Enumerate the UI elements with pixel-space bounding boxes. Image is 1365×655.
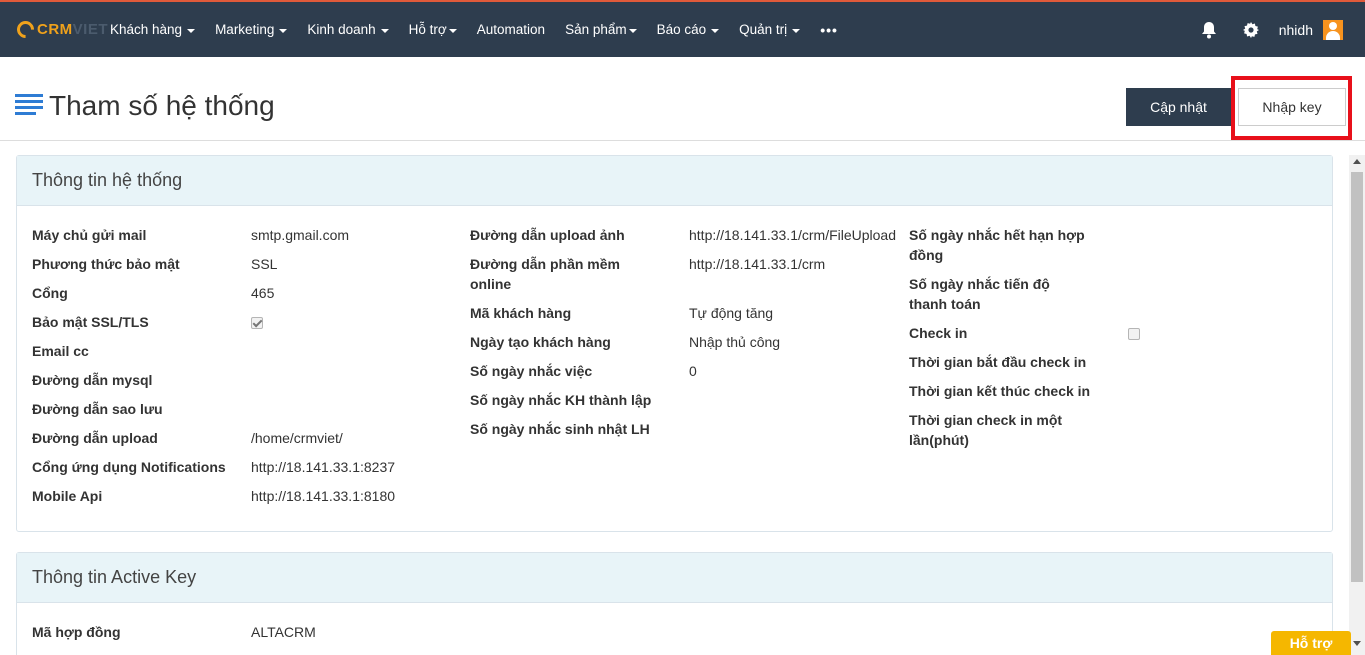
username-label[interactable]: nhidh bbox=[1279, 22, 1313, 38]
caret-down-icon bbox=[187, 28, 196, 33]
crmviet-logo[interactable]: CRM VIET bbox=[13, 16, 108, 42]
field-label: Thời gian kết thúc check in bbox=[909, 383, 1091, 399]
enter-key-button[interactable]: Nhập key bbox=[1238, 88, 1346, 126]
field-value: Nhập thủ công bbox=[689, 334, 781, 350]
bell-icon[interactable] bbox=[1201, 21, 1217, 39]
field-label: Ngày tạo khách hàng bbox=[470, 334, 611, 350]
menu-khach-hang[interactable]: Khách hàng bbox=[100, 22, 205, 37]
page-header: Tham số hệ thống Cập nhật Nhập key bbox=[0, 57, 1365, 141]
field-label: Số ngày nhắc tiến độ thanh toán bbox=[909, 276, 1050, 312]
field-label: Mã hợp đồng bbox=[32, 624, 121, 640]
active-key-panel: Thông tin Active Key Mã hợp đồng ALTACRM bbox=[16, 552, 1333, 655]
menu-ho-tro[interactable]: Hỗ trợ bbox=[399, 22, 467, 37]
menu-label: Khách hàng bbox=[110, 22, 183, 37]
caret-down-icon bbox=[628, 28, 637, 33]
check-in-checkbox[interactable] bbox=[1128, 328, 1140, 340]
panel-title: Thông tin Active Key bbox=[17, 553, 1332, 603]
field-value: http://18.141.33.1/crm/FileUpload bbox=[689, 227, 897, 243]
field-label: Thời gian bắt đầu check in bbox=[909, 354, 1087, 370]
gear-icon[interactable] bbox=[1242, 21, 1259, 38]
caret-down-icon bbox=[711, 28, 720, 33]
scroll-thumb[interactable] bbox=[1351, 172, 1363, 582]
field-label: Bảo mật SSL/TLS bbox=[32, 314, 149, 330]
field-value: ALTACRM bbox=[251, 624, 316, 640]
field-label: Đường dẫn mysql bbox=[32, 372, 153, 388]
scroll-up-arrow-icon[interactable] bbox=[1353, 159, 1361, 164]
menu-label: Hỗ trợ bbox=[408, 22, 447, 37]
field-label: Đường dẫn phần mềm online bbox=[470, 256, 620, 292]
field-label: Mobile Api bbox=[32, 488, 103, 504]
menu-label: Báo cáo bbox=[656, 22, 707, 37]
page-title: Tham số hệ thống bbox=[49, 90, 275, 121]
field-label: Đường dẫn upload bbox=[32, 430, 158, 446]
field-value: /home/crmviet/ bbox=[251, 430, 343, 446]
update-button[interactable]: Cập nhật bbox=[1126, 88, 1231, 126]
field-label: Đường dẫn upload ảnh bbox=[470, 227, 625, 243]
field-label: Cổng bbox=[32, 285, 68, 301]
menu-kinh-doanh[interactable]: Kinh doanh bbox=[297, 22, 398, 37]
menu-label: Marketing bbox=[215, 22, 275, 37]
caret-down-icon bbox=[380, 28, 389, 33]
field-value: 0 bbox=[689, 363, 697, 379]
field-label: Cổng ứng dụng Notifications bbox=[32, 459, 226, 475]
field-value: http://18.141.33.1:8180 bbox=[251, 488, 396, 504]
menu-label: Quản trị bbox=[739, 22, 788, 37]
list-icon bbox=[15, 94, 43, 116]
logo-text-crm: CRM bbox=[37, 20, 73, 38]
avatar-icon[interactable] bbox=[1323, 19, 1343, 40]
scroll-down-arrow-icon[interactable] bbox=[1353, 641, 1361, 646]
menu-label: Sản phẩm bbox=[565, 22, 627, 37]
field-label: Số ngày nhắc sinh nhật LH bbox=[470, 421, 650, 437]
user-area: nhidh bbox=[1201, 2, 1343, 57]
system-info-panel: Thông tin hệ thống Máy chủ gửi mail smtp… bbox=[16, 155, 1333, 532]
help-button[interactable]: Hỗ trợ bbox=[1271, 631, 1351, 655]
caret-down-icon bbox=[448, 28, 457, 33]
field-value: http://18.141.33.1/crm bbox=[689, 256, 826, 272]
field-label: Thời gian check in một lần(phút) bbox=[909, 412, 1063, 448]
field-value: SSL bbox=[251, 256, 278, 272]
field-label: Email cc bbox=[32, 343, 89, 359]
more-menu-icon[interactable]: ••• bbox=[810, 22, 848, 38]
menu-automation[interactable]: Automation bbox=[467, 22, 555, 37]
field-label: Máy chủ gửi mail bbox=[32, 227, 147, 243]
field-value: 465 bbox=[251, 285, 275, 301]
field-value: http://18.141.33.1:8237 bbox=[251, 459, 396, 475]
field-value: smtp.gmail.com bbox=[251, 227, 350, 243]
field-label: Số ngày nhắc việc bbox=[470, 363, 593, 379]
caret-down-icon bbox=[279, 28, 288, 33]
page-scrollbar[interactable] bbox=[1349, 155, 1365, 655]
menu-quan-tri[interactable]: Quản trị bbox=[729, 22, 810, 37]
logo-ring-icon bbox=[13, 16, 38, 42]
menu-marketing[interactable]: Marketing bbox=[205, 22, 297, 37]
field-label: Đường dẫn sao lưu bbox=[32, 401, 163, 417]
main-menu: Khách hàng Marketing Kinh doanh Hỗ trợ A… bbox=[100, 2, 848, 57]
field-label: Số ngày nhắc hết hạn hợp đồng bbox=[909, 227, 1085, 263]
top-navbar: CRM VIET Khách hàng Marketing Kinh doanh… bbox=[0, 0, 1365, 57]
field-label: Số ngày nhắc KH thành lập bbox=[470, 392, 652, 408]
panel-title: Thông tin hệ thống bbox=[17, 156, 1332, 206]
menu-bao-cao[interactable]: Báo cáo bbox=[647, 22, 730, 37]
menu-label: Kinh doanh bbox=[307, 22, 376, 37]
field-label: Check in bbox=[909, 325, 968, 341]
menu-label: Automation bbox=[476, 22, 546, 37]
ssl-tls-checkbox[interactable] bbox=[251, 317, 263, 329]
menu-san-pham[interactable]: Sản phẩm bbox=[555, 22, 647, 37]
field-value: Tự động tăng bbox=[689, 305, 774, 321]
field-label: Phương thức bảo mật bbox=[32, 256, 180, 272]
caret-down-icon bbox=[792, 28, 801, 33]
field-label: Mã khách hàng bbox=[470, 305, 572, 321]
